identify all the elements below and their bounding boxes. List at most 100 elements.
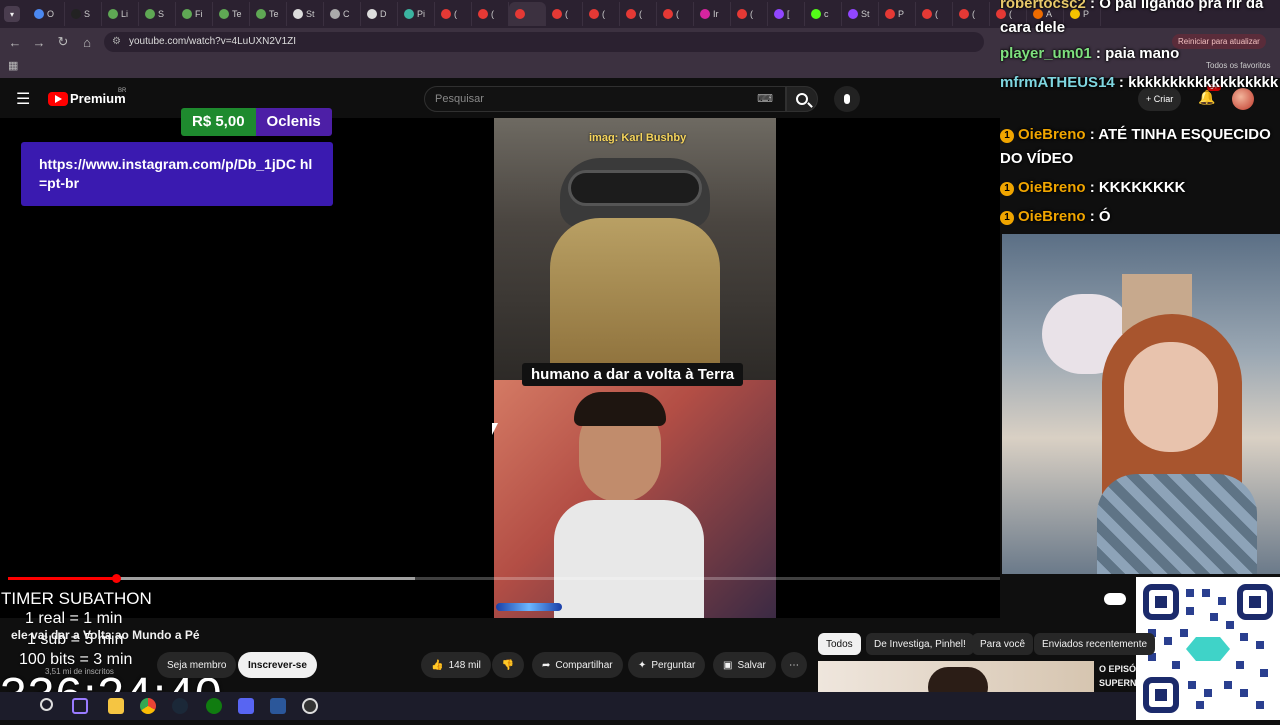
chat-message: 1 OieBreno : Ó — [1000, 205, 1280, 229]
browser-tab[interactable]: Ir — [694, 2, 731, 26]
donation-message: https://www.instagram.com/p/Db_1jDC hl=p… — [21, 142, 333, 206]
browser-tab[interactable]: Pi — [398, 2, 435, 26]
tab-label: ( — [750, 9, 753, 19]
discord-icon[interactable] — [238, 698, 254, 714]
tab-label: Te — [232, 9, 242, 19]
home-icon[interactable]: ⌂ — [75, 30, 99, 54]
browser-tab[interactable]: S — [139, 2, 176, 26]
recommended-title[interactable]: O EPISÓ — [1099, 664, 1136, 674]
scrubber-handle[interactable] — [112, 574, 121, 583]
share-button[interactable]: ➦ Compartilhar — [532, 652, 623, 678]
browser-tab[interactable]: St — [287, 2, 324, 26]
timer-rule: 1 real = 1 min — [25, 610, 123, 627]
chrome-icon[interactable] — [140, 698, 156, 714]
tab-favicon-icon — [848, 9, 858, 19]
chat-message: 1 OieBreno : ATÉ TINHA ESQUECIDO DO VÍDEO — [1000, 123, 1280, 171]
browser-tab[interactable]: ( — [657, 2, 694, 26]
forward-icon[interactable]: → — [27, 30, 51, 54]
donation-alert: R$ 5,00 Oclenis — [181, 108, 332, 136]
tab-label: ( — [676, 9, 679, 19]
donation-amount: R$ 5,00 — [181, 108, 256, 136]
browser-tab[interactable]: ( — [916, 2, 953, 26]
browser-tab[interactable]: ( — [731, 2, 768, 26]
tab-label: ( — [491, 9, 494, 19]
tab-favicon-icon — [959, 9, 969, 19]
tab-label: c — [824, 9, 829, 19]
browser-tab[interactable]: St — [842, 2, 879, 26]
browser-tab[interactable]: ( — [472, 2, 509, 26]
browser-tab[interactable]: Li — [102, 2, 139, 26]
tab-label: Ir — [713, 9, 719, 19]
back-icon[interactable]: ← — [3, 30, 27, 54]
timer-title: TIMER SUBATHON — [1, 589, 152, 608]
tab-label: Li — [121, 9, 129, 19]
xbox-icon[interactable] — [206, 698, 222, 714]
tab-favicon-icon — [330, 9, 340, 19]
dislike-button[interactable]: 👎 — [492, 652, 524, 678]
chip-all[interactable]: Todos — [818, 633, 861, 655]
search-button[interactable] — [786, 86, 818, 112]
like-button[interactable]: 👍 148 mil — [421, 652, 491, 678]
image-credit: imag: Karl Bushby — [589, 132, 687, 144]
browser-tab[interactable]: S — [65, 2, 102, 26]
tab-favicon-icon — [737, 9, 747, 19]
browser-tab[interactable]: ( — [583, 2, 620, 26]
browser-tab[interactable]: C — [324, 2, 361, 26]
search-input[interactable]: Pesquisar ⌨ — [424, 86, 786, 112]
browser-tab[interactable]: [ — [768, 2, 805, 26]
site-info-icon[interactable]: ⚙ — [112, 32, 121, 52]
word-icon[interactable] — [270, 698, 286, 714]
recommended-thumbnail[interactable] — [818, 661, 1094, 692]
tab-favicon-icon — [367, 9, 377, 19]
browser-tab[interactable]: Te — [213, 2, 250, 26]
obs-icon[interactable] — [302, 698, 318, 714]
join-button[interactable]: Seja membro — [157, 652, 237, 678]
browser-tab[interactable]: O — [28, 2, 65, 26]
tab-favicon-icon — [34, 9, 44, 19]
thumbs-down-icon: 👎 — [501, 659, 515, 671]
browser-tab[interactable]: ( — [953, 2, 990, 26]
mic-button[interactable] — [834, 86, 860, 112]
search-icon[interactable] — [40, 698, 53, 711]
browser-tab[interactable]: ( — [435, 2, 472, 26]
save-button[interactable]: ▣ Salvar — [713, 652, 776, 678]
task-view-icon[interactable] — [72, 698, 88, 714]
youtube-logo-icon[interactable] — [48, 92, 68, 106]
chip-recent[interactable]: Enviados recentemente — [1034, 633, 1156, 655]
browser-tab[interactable]: D — [361, 2, 398, 26]
subscribe-button[interactable]: Inscrever-se — [238, 652, 317, 678]
sound-wave-graphic — [496, 603, 562, 611]
chat-username: robertocsc2 — [1000, 0, 1086, 12]
more-actions-button[interactable]: ⋯ — [781, 652, 807, 678]
tab-search-icon[interactable]: ▾ — [4, 6, 20, 22]
browser-tab[interactable]: Fi — [176, 2, 213, 26]
apps-icon[interactable]: ▦ — [8, 59, 18, 72]
chip-for-you[interactable]: Para você — [972, 633, 1034, 655]
chat-overlay: robertocsc2 : O pai ligando pra rir da c… — [1000, 0, 1280, 232]
explorer-image: imag: Karl Bushby — [494, 118, 776, 380]
browser-tab[interactable]: ( — [620, 2, 657, 26]
recommended-title-line2[interactable]: SUPERN — [1099, 678, 1137, 688]
browser-tab[interactable]: ( — [546, 2, 583, 26]
chip-channel[interactable]: De Investiga, Pinhel! — [866, 633, 974, 655]
tab-favicon-icon — [663, 9, 673, 19]
browser-tab[interactable]: P — [879, 2, 916, 26]
tab-label: ( — [602, 9, 605, 19]
tab-favicon-icon — [811, 9, 821, 19]
video-progress-bar[interactable] — [8, 574, 1000, 583]
autoplay-toggle[interactable] — [1104, 593, 1126, 605]
browser-tab[interactable]: c — [805, 2, 842, 26]
address-bar[interactable]: ⚙ youtube.com/watch?v=4LuUXN2V1ZI — [104, 32, 984, 52]
steam-icon[interactable] — [172, 698, 188, 714]
reload-icon[interactable]: ↻ — [51, 30, 75, 54]
ask-button[interactable]: ✦ Perguntar — [628, 652, 706, 678]
browser-tab[interactable] — [509, 2, 546, 26]
tab-label: ( — [454, 9, 457, 19]
keyboard-icon[interactable]: ⌨ — [757, 87, 773, 111]
tab-favicon-icon — [145, 9, 155, 19]
chat-username: mfrmATHEUS14 — [1000, 74, 1115, 91]
menu-icon[interactable]: ☰ — [16, 89, 30, 109]
browser-tab[interactable]: Te — [250, 2, 287, 26]
file-explorer-icon[interactable] — [108, 698, 124, 714]
tab-favicon-icon — [441, 9, 451, 19]
